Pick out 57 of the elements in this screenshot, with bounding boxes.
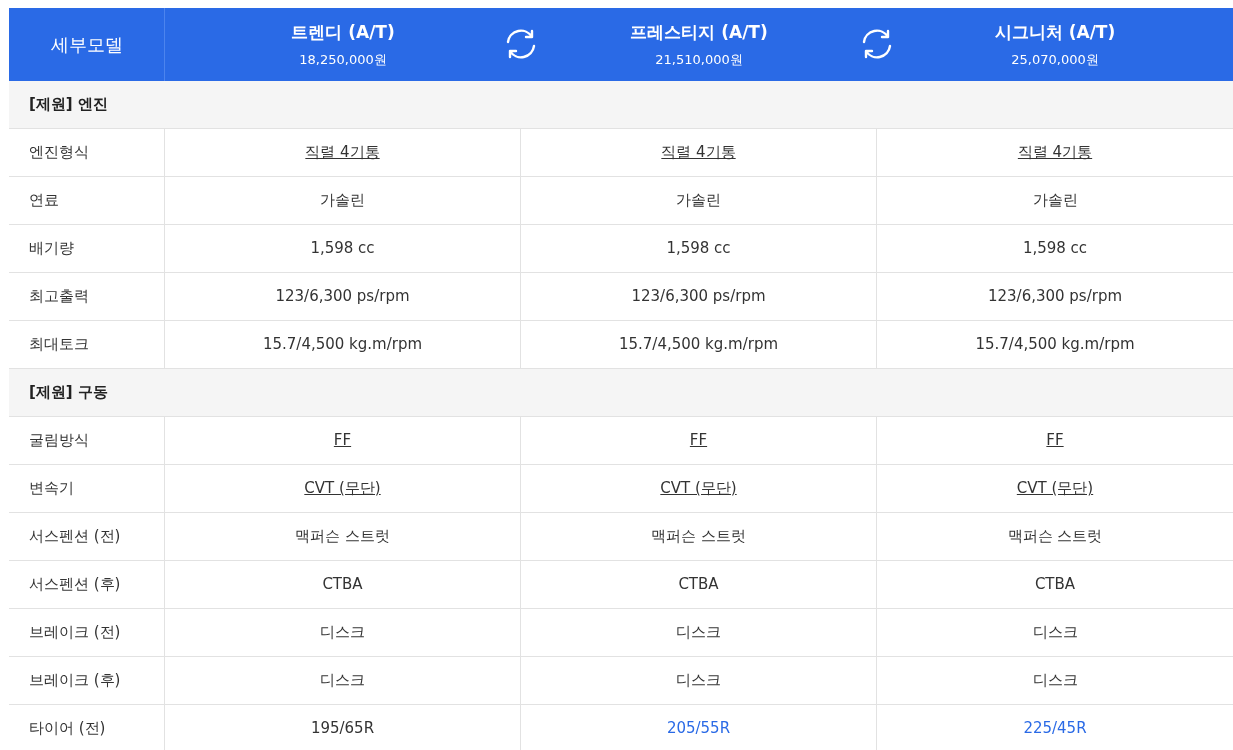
model-price: 25,070,000원 xyxy=(1011,50,1099,69)
spec-value: 1,598 cc xyxy=(1022,238,1088,260)
spec-link[interactable]: 직렬 4기통 xyxy=(661,141,736,164)
spec-value: 205/55R xyxy=(666,718,731,740)
row-label: 배기량 xyxy=(29,238,74,260)
spec-value: CTBA xyxy=(678,574,719,596)
model-price: 18,250,000원 xyxy=(299,50,387,69)
model-name: 프레스티지 (A/T) xyxy=(630,21,768,44)
row-label: 굴림방식 xyxy=(29,430,89,452)
spec-value: CTBA xyxy=(1034,574,1076,596)
spec-value: 123/6,300 ps/rpm xyxy=(987,286,1123,308)
model-name: 시그니처 (A/T) xyxy=(994,21,1116,44)
spec-link[interactable]: FF xyxy=(689,429,708,452)
spec-value: 맥퍼슨 스트럿 xyxy=(651,526,746,548)
spec-value: 디스크 xyxy=(1032,622,1078,644)
spec-value: 가솔린 xyxy=(1032,190,1078,212)
row-label: 브레이크 (전) xyxy=(29,622,121,644)
spec-value: 디스크 xyxy=(320,622,365,644)
spec-link[interactable]: CVT (무단) xyxy=(1016,477,1094,500)
spec-value: 195/65R xyxy=(310,718,375,740)
spec-value: 15.7/4,500 kg.m/rpm xyxy=(262,334,423,356)
spec-value: 15.7/4,500 kg.m/rpm xyxy=(618,334,779,356)
spec-value: 디스크 xyxy=(1032,670,1078,692)
section-title: [제원] 구동 xyxy=(29,382,108,404)
column-heading: 세부모델 xyxy=(50,33,123,57)
spec-value: 1,598 cc xyxy=(666,238,731,260)
spec-link[interactable]: CVT (무단) xyxy=(304,477,381,500)
spec-link[interactable]: CVT (무단) xyxy=(660,477,737,500)
spec-value: 225/45R xyxy=(1023,718,1087,740)
row-label: 엔진형식 xyxy=(29,142,89,164)
spec-value: 디스크 xyxy=(676,622,721,644)
row-label: 서스펜션 (후) xyxy=(29,574,121,596)
row-label: 연료 xyxy=(29,190,59,212)
section-title: [제원] 엔진 xyxy=(29,94,108,116)
model-name: 트렌디 (A/T) xyxy=(291,21,395,44)
spec-value: 1,598 cc xyxy=(310,238,375,260)
row-label: 타이어 (전) xyxy=(29,718,106,740)
spec-value: 123/6,300 ps/rpm xyxy=(631,286,766,308)
row-label: 최대토크 xyxy=(29,334,89,356)
spec-value: 디스크 xyxy=(676,670,721,692)
spec-value: 맥퍼슨 스트럿 xyxy=(1007,526,1103,548)
spec-value: 123/6,300 ps/rpm xyxy=(275,286,410,308)
row-label: 변속기 xyxy=(29,478,74,500)
row-label: 브레이크 (후) xyxy=(29,670,121,692)
row-label: 최고출력 xyxy=(29,286,89,308)
spec-link[interactable]: 직렬 4기통 xyxy=(305,141,380,164)
spec-value: 맥퍼슨 스트럿 xyxy=(295,526,390,548)
model-price: 21,510,000원 xyxy=(655,50,743,69)
spec-value: 가솔린 xyxy=(676,190,721,212)
row-label: 서스펜션 (전) xyxy=(29,526,121,548)
spec-link[interactable]: 직렬 4기통 xyxy=(1017,141,1093,164)
spec-value: 가솔린 xyxy=(320,190,365,212)
spec-link[interactable]: FF xyxy=(1046,429,1064,452)
spec-value: 디스크 xyxy=(320,670,365,692)
spec-value: 15.7/4,500 kg.m/rpm xyxy=(975,334,1135,356)
spec-value: CTBA xyxy=(322,574,363,596)
spec-link[interactable]: FF xyxy=(333,429,352,452)
